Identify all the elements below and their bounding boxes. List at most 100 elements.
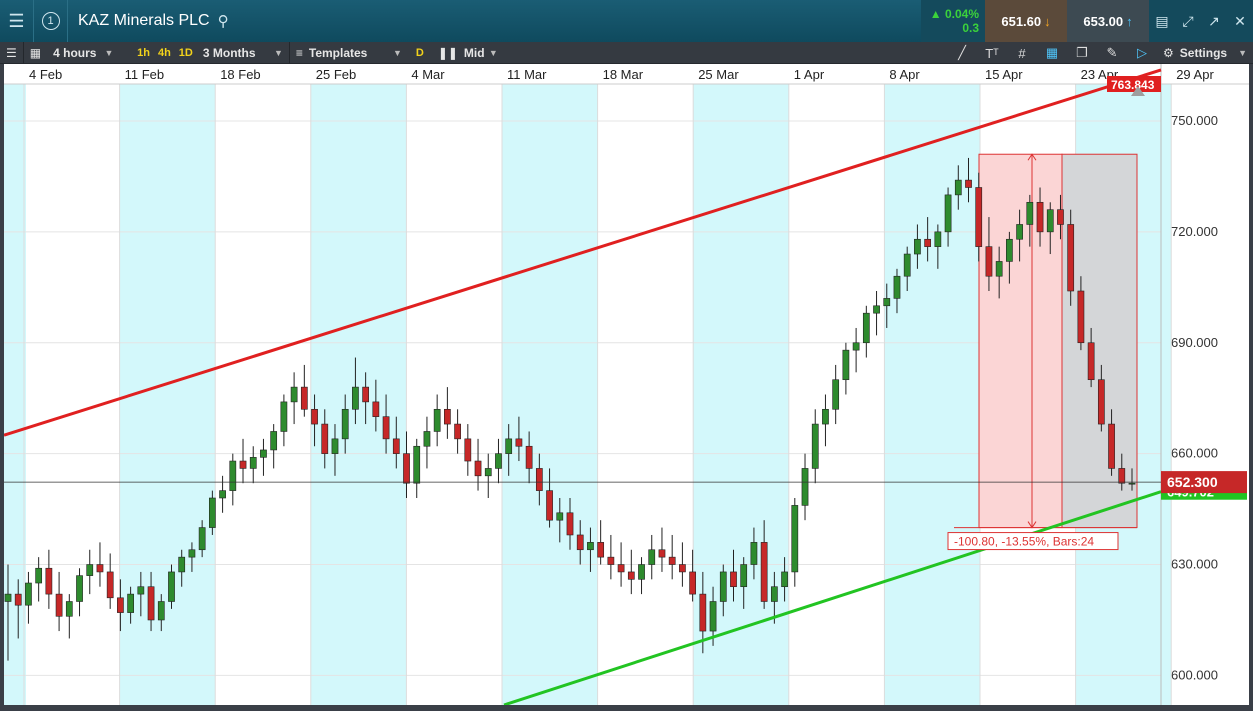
candle[interactable] [934, 231, 942, 247]
sell-price-button[interactable]: 651.60 ↓ [985, 0, 1067, 42]
candle[interactable] [740, 564, 748, 588]
candle[interactable] [311, 408, 318, 425]
price-type-select[interactable]: ❚❚ Mid ▼ [432, 42, 504, 64]
candle[interactable] [730, 571, 737, 588]
candle[interactable] [760, 542, 768, 602]
candle[interactable] [893, 275, 901, 299]
candle[interactable] [658, 549, 666, 558]
candle[interactable] [648, 549, 656, 565]
candle[interactable] [576, 534, 584, 551]
candlestick-chart[interactable]: 750.000 720.000 690.000 660.000 630.000 600.0… [3, 64, 1249, 707]
candle[interactable] [852, 342, 860, 351]
candle[interactable] [617, 564, 625, 573]
candle[interactable] [914, 238, 921, 255]
candle[interactable] [607, 556, 615, 565]
quick-interval-4h[interactable]: 4h [154, 47, 175, 59]
candle[interactable] [219, 490, 226, 499]
candle[interactable] [975, 187, 983, 247]
candle[interactable] [260, 449, 267, 458]
candle[interactable] [96, 564, 104, 573]
candle[interactable] [638, 564, 645, 580]
candle[interactable] [4, 593, 12, 602]
list-icon[interactable]: ☰ [0, 42, 23, 64]
candle[interactable] [249, 457, 257, 469]
expand-icon[interactable]: ⤢ [1175, 0, 1201, 42]
candle[interactable] [331, 438, 339, 454]
candle[interactable] [1108, 423, 1115, 469]
search-icon[interactable]: ⚲ [218, 12, 229, 30]
candle[interactable] [1067, 224, 1075, 292]
candle[interactable] [1077, 290, 1085, 344]
candle[interactable] [679, 564, 686, 573]
candle[interactable] [781, 571, 788, 588]
candle[interactable] [444, 408, 451, 425]
range-select[interactable]: 3 Months ▼ [197, 42, 289, 64]
candle[interactable] [597, 542, 605, 558]
candle[interactable] [1036, 201, 1044, 233]
candle[interactable] [689, 571, 696, 595]
candle[interactable] [995, 261, 1003, 277]
buy-price-button[interactable]: 653.00 ↑ [1067, 0, 1149, 42]
d-button[interactable]: D [408, 47, 432, 59]
candle[interactable] [750, 542, 758, 565]
copy-icon[interactable]: ❐ [1067, 42, 1097, 64]
candle[interactable] [372, 401, 380, 417]
candle[interactable] [392, 438, 400, 454]
candle[interactable] [627, 571, 635, 580]
candle[interactable] [1046, 209, 1054, 233]
tag-icon[interactable]: ▷ [1127, 42, 1157, 64]
candle[interactable] [832, 379, 840, 410]
candle[interactable] [484, 468, 492, 477]
quick-interval-1d[interactable]: 1D [175, 47, 197, 59]
candle[interactable] [239, 460, 247, 469]
candle[interactable] [147, 586, 155, 621]
close-icon[interactable]: ✕ [1227, 0, 1253, 42]
candle[interactable] [76, 575, 83, 602]
candle[interactable] [106, 571, 114, 599]
candle[interactable] [1128, 482, 1136, 485]
candle[interactable] [45, 567, 53, 595]
candle[interactable] [556, 512, 564, 521]
candle[interactable] [362, 386, 370, 403]
tab-number-button[interactable]: 1 [34, 0, 68, 42]
candle[interactable] [198, 527, 206, 551]
candle[interactable] [270, 431, 278, 451]
pattern-icon[interactable]: ▦ [1037, 42, 1067, 64]
chart-area[interactable]: 750.000 720.000 690.000 660.000 630.000 600.0… [3, 64, 1249, 707]
quick-interval-1h[interactable]: 1h [133, 47, 154, 59]
candle[interactable] [954, 179, 962, 196]
candle[interactable] [1006, 238, 1013, 262]
layout-icon[interactable]: ▦ [24, 42, 47, 64]
draw-line-icon[interactable]: ╱ [947, 42, 977, 64]
candle[interactable] [86, 564, 94, 576]
candle[interactable] [965, 179, 972, 188]
candle[interactable] [862, 312, 870, 344]
candle[interactable] [903, 253, 911, 277]
candle[interactable] [791, 505, 799, 573]
candle[interactable] [341, 408, 349, 440]
candle[interactable] [413, 445, 421, 484]
candle[interactable] [873, 305, 880, 314]
candle[interactable] [515, 438, 523, 447]
candle[interactable] [770, 586, 778, 602]
candle[interactable] [495, 453, 502, 469]
popout-icon[interactable]: ↗ [1201, 0, 1227, 42]
candle[interactable] [403, 453, 410, 484]
candle[interactable] [65, 601, 73, 617]
signal-icon[interactable]: ▤ [1149, 0, 1175, 42]
candle[interactable] [1097, 379, 1105, 425]
templates-select[interactable]: ≡ Templates ▼ [290, 42, 408, 64]
candle[interactable] [811, 423, 819, 469]
candle[interactable] [985, 246, 993, 277]
candle[interactable] [505, 438, 513, 454]
candle[interactable] [157, 601, 165, 621]
candle[interactable] [208, 497, 216, 528]
candle[interactable] [801, 468, 809, 506]
candle[interactable] [55, 593, 63, 617]
interval-select[interactable]: 4 hours ▼ [47, 42, 133, 64]
candle[interactable] [300, 386, 308, 410]
candle[interactable] [290, 386, 298, 403]
candle[interactable] [719, 571, 727, 602]
candle[interactable] [535, 468, 543, 491]
candle[interactable] [454, 423, 461, 440]
